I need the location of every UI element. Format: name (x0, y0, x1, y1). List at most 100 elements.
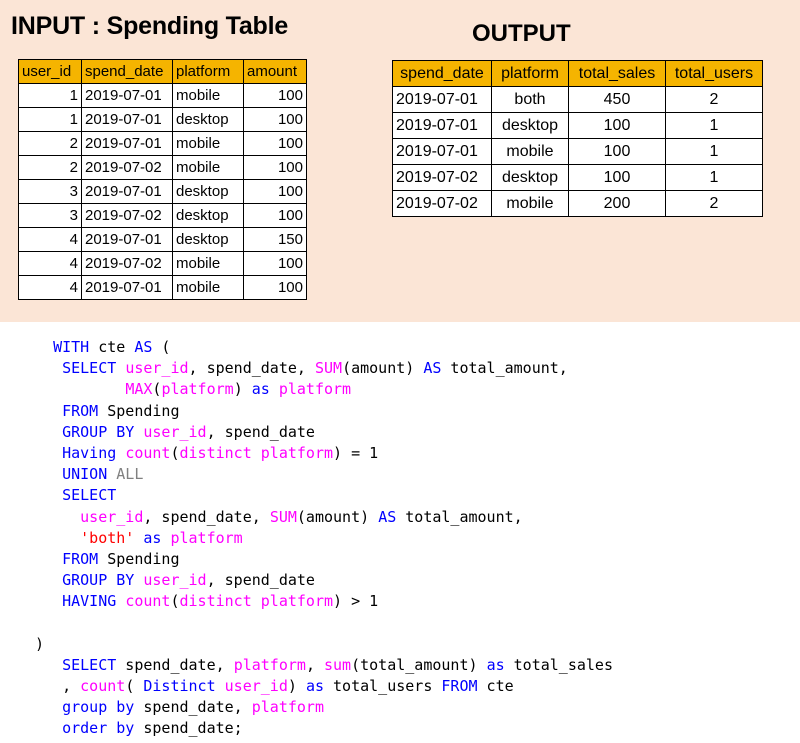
table-row: 1 2019-07-01 desktop 100 (18, 107, 307, 132)
code-token: cte (477, 677, 514, 695)
cell-platform: mobile (172, 275, 244, 300)
code-token: , spend_date, (188, 359, 315, 378)
cell-platform: mobile (491, 138, 569, 165)
code-token: (total_amount) (351, 655, 487, 674)
code-line: ) (35, 634, 785, 655)
code-token: platform (260, 443, 334, 462)
code-token: cte (89, 338, 135, 356)
table-row: 2 2019-07-02 mobile 100 (18, 155, 307, 180)
column-header-platform: platform (491, 60, 569, 87)
code-token: platform (161, 380, 234, 399)
table-header-row: user_id spend_date platform amount (18, 59, 307, 84)
cell-total-users: 1 (665, 164, 763, 191)
code-token: total_sales (504, 655, 613, 674)
code-token: distinct (179, 592, 252, 611)
code-token: , (62, 677, 81, 695)
cell-total-sales: 100 (568, 112, 666, 139)
code-token: ) (287, 677, 306, 695)
cell-total-users: 1 (665, 112, 763, 139)
code-line: , count( Distinct user_id) as total_user… (35, 676, 785, 697)
code-token: AS (423, 359, 442, 378)
code-token: ( (170, 592, 180, 611)
code-token: total_amount, (396, 507, 523, 526)
code-line: UNION ALL (35, 464, 785, 485)
cell-total-sales: 200 (568, 190, 666, 217)
code-token: FROM (441, 677, 478, 695)
cell-spend-date: 2019-07-01 (392, 112, 492, 139)
table-row: 2019-07-01 both 450 2 (392, 86, 763, 113)
code-token: , spend_date, (143, 507, 270, 526)
code-token: count (125, 443, 171, 462)
code-token: spend_date; (134, 719, 243, 738)
cell-platform: desktop (172, 203, 244, 228)
code-token: AS (134, 338, 153, 356)
code-token: user_id (125, 359, 189, 378)
cell-platform: mobile (172, 251, 244, 276)
code-token: (amount) (296, 507, 379, 526)
cell-platform: mobile (491, 190, 569, 217)
code-token: as (486, 655, 505, 674)
table-row: 4 2019-07-02 mobile 100 (18, 251, 307, 276)
cell-spend-date: 2019-07-02 (392, 190, 492, 217)
code-token: GROUP BY (62, 571, 135, 590)
cell-platform: mobile (172, 83, 244, 108)
column-header-spend-date: spend_date (81, 59, 173, 84)
column-header-user-id: user_id (18, 59, 82, 84)
table-row: 2019-07-01 mobile 100 1 (392, 138, 763, 165)
column-header-platform: platform (172, 59, 244, 84)
code-token: Spending (98, 401, 180, 420)
table-row: 3 2019-07-02 desktop 100 (18, 203, 307, 228)
code-token: platform (170, 528, 243, 547)
code-token: , spend_date (206, 422, 315, 441)
code-token: user_id (143, 422, 207, 441)
code-token: platform (251, 698, 324, 717)
output-result-table: spend_date platform total_sales total_us… (392, 60, 763, 217)
cell-spend-date: 2019-07-02 (81, 155, 173, 180)
code-line: order by spend_date; (35, 718, 785, 739)
code-token: spend_date, (134, 698, 252, 717)
cell-platform: both (491, 86, 569, 113)
cell-user-id: 1 (18, 107, 82, 132)
code-token: order by (62, 719, 135, 738)
cell-user-id: 2 (18, 131, 82, 156)
code-token: as (143, 528, 162, 547)
column-header-total-users: total_users (665, 60, 763, 87)
code-token: spend_date, (116, 655, 234, 674)
code-token: SELECT (62, 359, 117, 378)
cell-spend-date: 2019-07-01 (81, 107, 173, 132)
code-token: ) > 1 (333, 592, 379, 611)
cell-platform: mobile (172, 131, 244, 156)
code-token: ( (125, 677, 144, 695)
cell-user-id: 4 (18, 275, 82, 300)
cell-spend-date: 2019-07-01 (81, 179, 173, 204)
cell-amount: 100 (243, 131, 307, 156)
code-token: platform (233, 655, 306, 674)
input-title: INPUT : Spending Table (11, 12, 289, 40)
table-row: 2019-07-02 mobile 200 2 (392, 190, 763, 217)
code-token: 'both' (80, 528, 135, 547)
cell-spend-date: 2019-07-01 (81, 227, 173, 252)
code-token: SUM (269, 507, 297, 526)
cell-spend-date: 2019-07-01 (392, 86, 492, 113)
cell-user-id: 4 (18, 251, 82, 276)
code-token: platform (278, 380, 352, 399)
cell-total-sales: 100 (568, 138, 666, 165)
cell-total-users: 1 (665, 138, 763, 165)
cell-total-users: 2 (665, 190, 763, 217)
code-token: distinct (179, 443, 252, 462)
cell-total-sales: 450 (568, 86, 666, 113)
code-token: SUM (314, 359, 343, 378)
cell-amount: 100 (243, 83, 307, 108)
code-line: FROM Spending (35, 401, 785, 422)
table-row: 2019-07-02 desktop 100 1 (392, 164, 763, 191)
code-line: FROM Spending (35, 549, 785, 570)
code-token: ) (35, 634, 45, 653)
code-token: , (305, 655, 324, 674)
cell-platform: desktop (491, 112, 569, 139)
cell-user-id: 2 (18, 155, 82, 180)
code-line: SELECT (35, 485, 785, 506)
cell-amount: 100 (243, 203, 307, 228)
cell-amount: 100 (243, 179, 307, 204)
